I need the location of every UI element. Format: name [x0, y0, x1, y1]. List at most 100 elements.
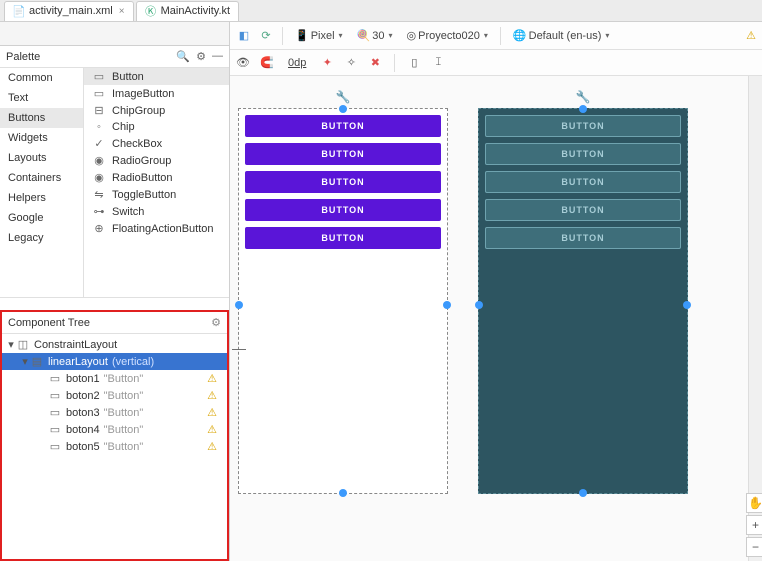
- tree-item-boton5[interactable]: ▭ boton5"Button" ⚠: [2, 438, 227, 455]
- widget-label: CheckBox: [112, 138, 162, 150]
- palette-category-helpers[interactable]: Helpers: [0, 188, 83, 208]
- blueprint-preview[interactable]: BUTTON BUTTON BUTTON BUTTON BUTTON: [478, 108, 688, 494]
- sx-icon[interactable]: ✦: [320, 56, 334, 70]
- palette-categories: CommonTextButtonsWidgetsLayoutsContainer…: [0, 68, 84, 297]
- preview-button[interactable]: BUTTON: [485, 227, 681, 249]
- guideline-icon[interactable]: 𝙸: [431, 56, 445, 70]
- widget-checkbox[interactable]: ✓CheckBox: [84, 135, 229, 152]
- design-surface-icon[interactable]: ◧: [236, 28, 252, 44]
- tree-item-boton3[interactable]: ▭ boton3"Button" ⚠: [2, 404, 227, 421]
- preview-button[interactable]: BUTTON: [485, 115, 681, 137]
- widget-label: Switch: [112, 206, 144, 218]
- palette-category-buttons[interactable]: Buttons: [0, 108, 83, 128]
- orientation-icon[interactable]: ⟳: [258, 28, 274, 44]
- widget-label: Button: [112, 71, 144, 83]
- preview-button[interactable]: BUTTON: [485, 199, 681, 221]
- gear-icon[interactable]: ⚙: [196, 50, 206, 63]
- tree-item-boton2[interactable]: ▭ boton2"Button" ⚠: [2, 387, 227, 404]
- tree-item-boton4[interactable]: ▭ boton4"Button" ⚠: [2, 421, 227, 438]
- warning-icon: ⚠: [207, 372, 217, 385]
- tree-root[interactable]: ▾◫ConstraintLayout: [2, 336, 227, 353]
- widget-togglebutton[interactable]: ⇋ToggleButton: [84, 186, 229, 203]
- api-picker[interactable]: 🍭 30: [353, 27, 397, 44]
- preview-button[interactable]: BUTTON: [245, 143, 441, 165]
- design-surface-panel: ◧ ⟳ 📱 Pixel 🍭 30 ◎ Proyecto020 🌐 Default…: [230, 22, 762, 561]
- tree-item-boton1[interactable]: ▭ boton1"Button" ⚠: [2, 370, 227, 387]
- wrench-icon[interactable]: 🔧: [238, 90, 448, 104]
- search-icon[interactable]: 🔍: [176, 50, 190, 63]
- align-icon[interactable]: ▯: [407, 56, 421, 70]
- palette-category-legacy[interactable]: Legacy: [0, 228, 83, 248]
- warning-icon: ⚠: [207, 423, 217, 436]
- wrench-icon[interactable]: 🔧: [478, 90, 688, 104]
- tab-main-activity[interactable]: Ⓚ MainActivity.kt: [136, 1, 239, 21]
- tab-activity-main[interactable]: 📄 activity_main.xml ×: [4, 1, 134, 21]
- preview-button[interactable]: BUTTON: [485, 171, 681, 193]
- tab-label: MainActivity.kt: [161, 5, 230, 17]
- widget-icon: ⊟: [92, 104, 106, 117]
- widget-icon: ◦: [92, 121, 106, 133]
- widget-icon: ▭: [92, 70, 106, 83]
- widget-imagebutton[interactable]: ▭ ImageButton: [84, 85, 229, 102]
- default-margin[interactable]: 0dp: [284, 55, 310, 71]
- blueprint-preview-wrapper: 🔧 BUTTON BUTTON BUTTON BUTTON BUTTON: [478, 90, 688, 494]
- zoom-in-button[interactable]: +: [746, 515, 762, 535]
- widget-icon: ⇋: [92, 188, 106, 201]
- widget-radiogroup[interactable]: ◉ RadioGroup: [84, 152, 229, 169]
- palette-category-layouts[interactable]: Layouts: [0, 148, 83, 168]
- warning-icon: ⚠: [207, 406, 217, 419]
- widget-icon: ◉: [92, 154, 106, 167]
- widget-label: RadioButton: [112, 172, 173, 184]
- editor-tabs: 📄 activity_main.xml × Ⓚ MainActivity.kt: [0, 0, 762, 22]
- widget-chipgroup[interactable]: ⊟ ChipGroup: [84, 102, 229, 119]
- locale-picker[interactable]: 🌐 Default (en-us): [509, 27, 613, 44]
- pan-button[interactable]: ✋: [746, 493, 762, 513]
- widget-label: FloatingActionButton: [112, 223, 214, 235]
- widget-chip[interactable]: ◦Chip: [84, 119, 229, 135]
- minimize-icon[interactable]: —: [212, 50, 223, 63]
- widget-floatingactionbutton[interactable]: ⊕ FloatingActionButton: [84, 220, 229, 237]
- gear-icon[interactable]: ⚙: [211, 316, 221, 329]
- component-tree-panel: Component Tree ⚙ ▾◫ConstraintLayout ▾▤ l…: [0, 310, 229, 561]
- widget-icon: ▭: [92, 87, 106, 100]
- wand-icon[interactable]: ✧: [344, 56, 358, 70]
- palette-widgets: ▭ Button ▭ ImageButton ⊟ ChipGroup ◦Chip✓Check…: [84, 68, 229, 297]
- zoom-gutter: ✋ + −: [748, 76, 762, 561]
- preview-button[interactable]: BUTTON: [245, 199, 441, 221]
- palette-category-widgets[interactable]: Widgets: [0, 128, 83, 148]
- widget-label: ImageButton: [112, 88, 174, 100]
- kt-file-icon: Ⓚ: [145, 5, 157, 17]
- device-picker[interactable]: 📱 Pixel: [291, 27, 347, 44]
- theme-picker[interactable]: ◎ Proyecto020: [403, 27, 492, 44]
- design-preview-wrapper: 🔧 BUTTON BUTTON BUTTON BUTTON BUTTON: [238, 90, 448, 494]
- widget-icon: ⊕: [92, 222, 106, 235]
- panel-collapse-icon[interactable]: —: [232, 340, 246, 356]
- zoom-out-button[interactable]: −: [746, 537, 762, 557]
- widget-radiobutton[interactable]: ◉ RadioButton: [84, 169, 229, 186]
- palette-category-google[interactable]: Google: [0, 208, 83, 228]
- magnet-icon[interactable]: 🧲: [260, 56, 274, 70]
- warning-icon[interactable]: ⚠: [746, 29, 756, 42]
- preview-button[interactable]: BUTTON: [485, 143, 681, 165]
- widget-label: ChipGroup: [112, 105, 165, 117]
- component-tree-title: Component Tree: [8, 317, 90, 329]
- widget-button[interactable]: ▭ Button: [84, 68, 229, 85]
- eye-icon[interactable]: 👁: [236, 56, 250, 70]
- preview-button[interactable]: BUTTON: [245, 171, 441, 193]
- preview-button[interactable]: BUTTON: [245, 115, 441, 137]
- palette-category-common[interactable]: Common: [0, 68, 83, 88]
- widget-switch[interactable]: ⊶Switch: [84, 203, 229, 220]
- widget-icon: ◉: [92, 171, 106, 184]
- palette-title: Palette: [6, 51, 40, 63]
- widget-label: RadioGroup: [112, 155, 171, 167]
- palette-category-text[interactable]: Text: [0, 88, 83, 108]
- clear-icon[interactable]: ✖: [368, 56, 382, 70]
- left-panel: Palette 🔍 ⚙ — CommonTextButtonsWidgetsLa…: [0, 22, 230, 561]
- tree-linearlayout[interactable]: ▾▤ linearLayout(vertical): [2, 353, 227, 370]
- close-icon[interactable]: ×: [119, 6, 125, 17]
- palette-category-containers[interactable]: Containers: [0, 168, 83, 188]
- preview-button[interactable]: BUTTON: [245, 227, 441, 249]
- xml-file-icon: 📄: [13, 5, 25, 17]
- warning-icon: ⚠: [207, 389, 217, 402]
- design-preview[interactable]: BUTTON BUTTON BUTTON BUTTON BUTTON: [238, 108, 448, 494]
